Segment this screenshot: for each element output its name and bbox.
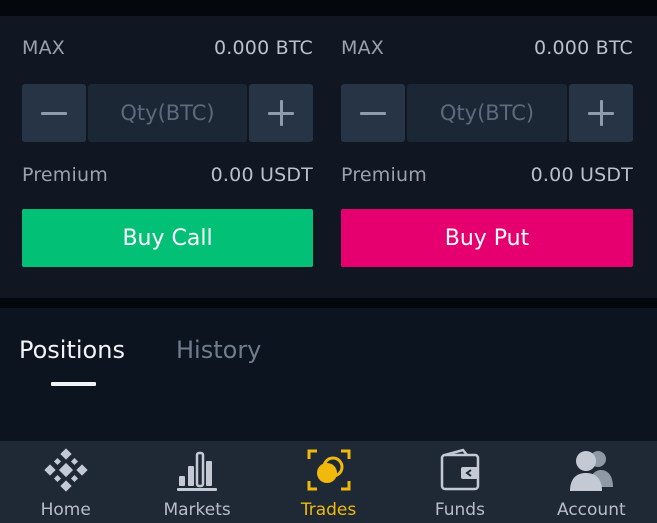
call-increase-button[interactable] <box>249 84 313 142</box>
section-divider <box>0 298 657 308</box>
plus-icon <box>588 100 614 126</box>
home-icon <box>41 447 91 493</box>
options-trade-screen: MAX 0.000 BTC Qty(BTC) Premium 0.00 USDT… <box>0 0 657 523</box>
nav-label-home: Home <box>40 500 91 520</box>
call-quantity-stepper: Qty(BTC) <box>22 84 313 142</box>
call-decrease-button[interactable] <box>22 84 86 142</box>
positions-panel: Positions History <box>0 308 657 441</box>
put-max-row: MAX 0.000 BTC <box>341 35 633 61</box>
call-max-row: MAX 0.000 BTC <box>22 35 313 61</box>
nav-item-markets[interactable]: Markets <box>131 441 262 523</box>
call-premium-label: Premium <box>22 164 108 186</box>
trades-icon <box>304 447 354 493</box>
funds-icon <box>435 447 485 493</box>
nav-item-trades[interactable]: Trades <box>263 441 394 523</box>
tab-positions[interactable]: Positions <box>19 336 125 364</box>
top-strip <box>0 0 657 16</box>
put-premium-label: Premium <box>341 164 427 186</box>
order-panel: MAX 0.000 BTC Qty(BTC) Premium 0.00 USDT… <box>0 16 657 298</box>
nav-label-markets: Markets <box>163 500 231 520</box>
call-premium-value: 0.00 USDT <box>210 164 313 186</box>
put-premium-row: Premium 0.00 USDT <box>341 162 633 188</box>
markets-icon <box>172 447 222 493</box>
minus-icon <box>360 111 386 115</box>
put-quantity-input[interactable]: Qty(BTC) <box>407 84 567 142</box>
put-order-column: MAX 0.000 BTC Qty(BTC) Premium 0.00 USDT… <box>341 16 633 298</box>
call-max-value: 0.000 BTC <box>213 37 313 59</box>
put-decrease-button[interactable] <box>341 84 405 142</box>
account-icon <box>566 447 616 493</box>
put-premium-value: 0.00 USDT <box>530 164 633 186</box>
put-increase-button[interactable] <box>569 84 633 142</box>
nav-label-account: Account <box>557 500 626 520</box>
nav-label-funds: Funds <box>434 500 485 520</box>
call-order-column: MAX 0.000 BTC Qty(BTC) Premium 0.00 USDT… <box>22 16 313 298</box>
buy-put-button[interactable]: Buy Put <box>341 209 633 267</box>
nav-label-trades: Trades <box>300 500 357 520</box>
call-quantity-input[interactable]: Qty(BTC) <box>88 84 247 142</box>
plus-icon <box>268 100 294 126</box>
put-quantity-stepper: Qty(BTC) <box>341 84 633 142</box>
call-premium-row: Premium 0.00 USDT <box>22 162 313 188</box>
buy-call-button[interactable]: Buy Call <box>22 209 313 267</box>
nav-item-home[interactable]: Home <box>0 441 131 523</box>
call-max-label: MAX <box>22 37 66 59</box>
put-max-label: MAX <box>341 37 385 59</box>
nav-item-funds[interactable]: Funds <box>394 441 525 523</box>
minus-icon <box>41 111 67 115</box>
put-max-value: 0.000 BTC <box>533 37 633 59</box>
active-tab-indicator <box>51 382 96 386</box>
tab-history[interactable]: History <box>176 336 261 364</box>
bottom-navigation: Home Markets Trades Funds Account <box>0 441 657 523</box>
nav-item-account[interactable]: Account <box>526 441 657 523</box>
